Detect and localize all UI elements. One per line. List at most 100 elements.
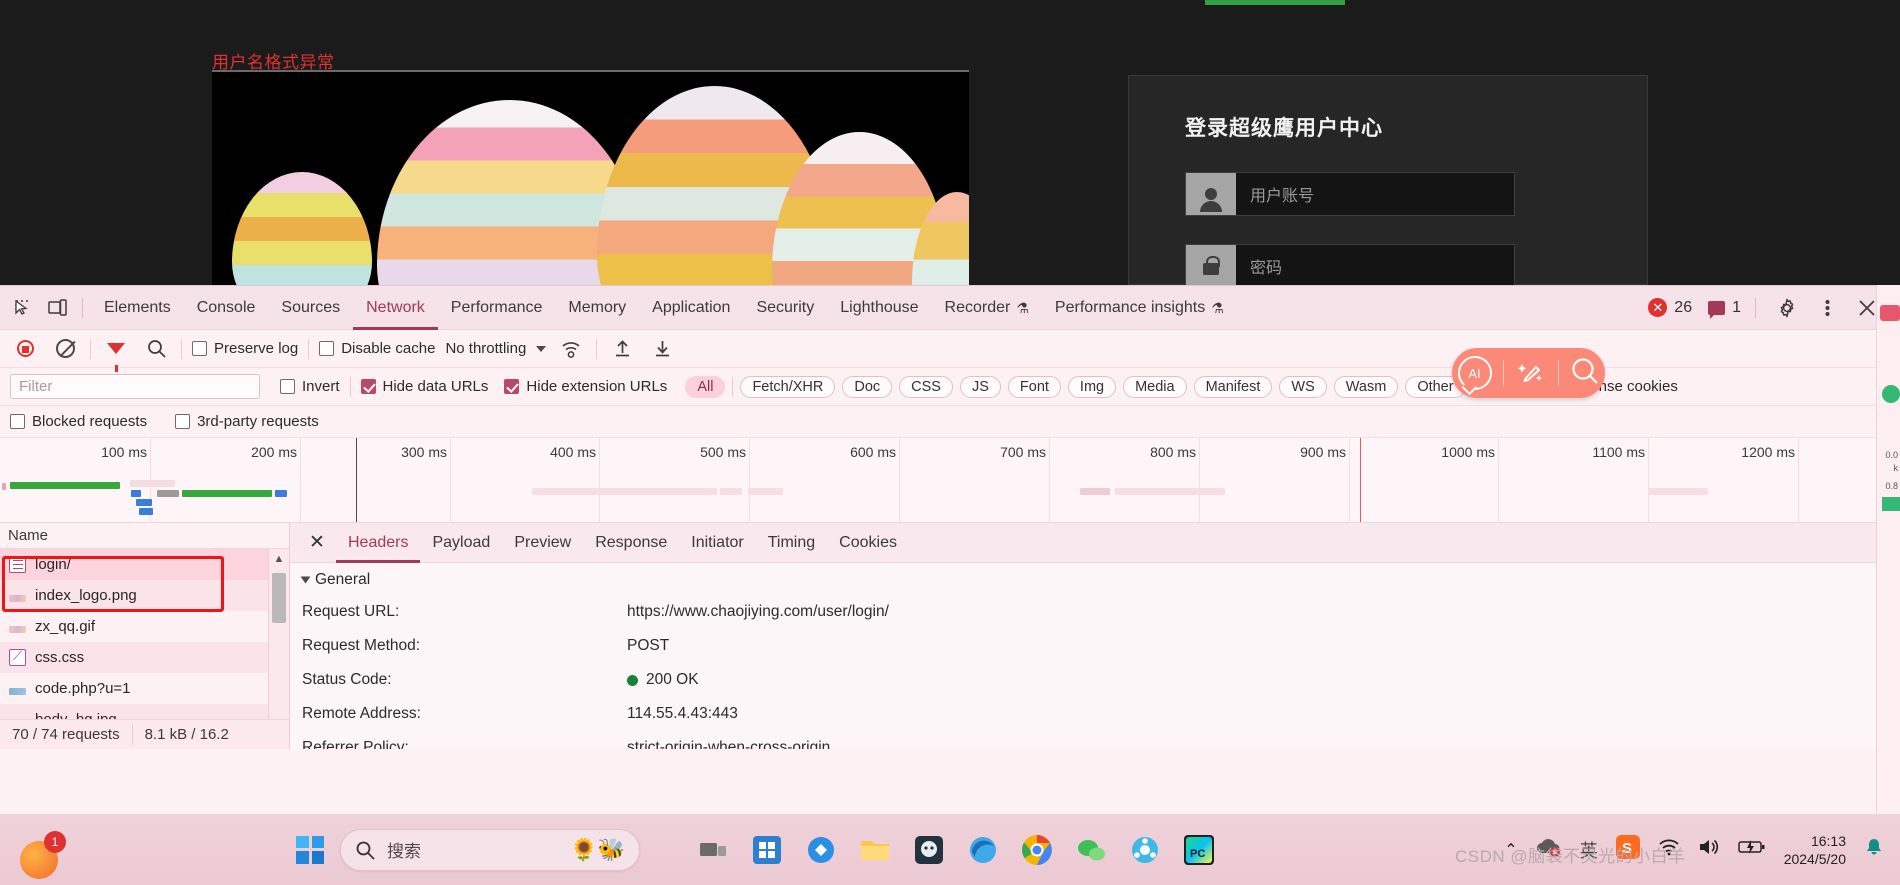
sogou-input-icon[interactable]: S — [1615, 835, 1640, 864]
network-conditions-icon[interactable] — [556, 335, 586, 363]
detail-tab-headers[interactable]: Headers — [336, 523, 420, 563]
blocked-requests-checkbox[interactable]: Blocked requests — [10, 413, 147, 430]
strip-swatch[interactable] — [1882, 497, 1900, 511]
firefox-taskbar-icon[interactable]: 1 — [20, 831, 66, 879]
svg-text:PC: PC — [1190, 848, 1205, 860]
microsoft-edge-icon[interactable] — [960, 827, 1006, 873]
third-party-requests-checkbox[interactable]: 3rd-party requests — [175, 413, 319, 430]
inspect-element-icon[interactable] — [6, 293, 40, 323]
error-count-badge[interactable]: ✕ 26 — [1648, 298, 1692, 317]
ai-assistant-icon[interactable]: AI — [1457, 356, 1492, 390]
task-view-icon[interactable] — [690, 827, 736, 873]
clock[interactable]: 16:13 2024/5/20 — [1784, 832, 1846, 868]
strip-swatch[interactable] — [1882, 385, 1900, 403]
search-icon[interactable] — [1570, 356, 1600, 390]
floating-ai-toolbar[interactable]: AI — [1452, 348, 1605, 398]
pycharm-icon[interactable]: PC — [1176, 827, 1222, 873]
devtools-tab-performance[interactable]: Performance — [438, 286, 556, 330]
taskbar-search-box[interactable]: 搜索 🌻🐝 — [340, 828, 640, 871]
scroll-up-arrow-icon[interactable]: ▲ — [269, 549, 289, 569]
detail-tab-response[interactable]: Response — [583, 523, 679, 563]
username-field[interactable]: 用户账号 — [1185, 172, 1515, 216]
filter-input[interactable] — [10, 374, 260, 399]
strip-swatch[interactable] — [1880, 305, 1900, 321]
type-filter-wasm[interactable]: Wasm — [1333, 375, 1399, 398]
devtools-tab-sources[interactable]: Sources — [268, 286, 353, 330]
type-filter-ws[interactable]: WS — [1279, 375, 1327, 398]
type-filter-font[interactable]: Font — [1007, 375, 1061, 398]
volume-icon[interactable] — [1698, 838, 1720, 861]
type-filter-all[interactable]: All — [685, 375, 726, 398]
detail-tab-preview[interactable]: Preview — [502, 523, 583, 563]
invert-checkbox[interactable]: Invert — [280, 378, 340, 395]
tab-label: Network — [366, 298, 425, 316]
third-party-requests-label: 3rd-party requests — [197, 413, 319, 430]
filter-toggle-icon[interactable] — [101, 335, 131, 372]
request-row[interactable]: login/ — [0, 549, 289, 580]
export-har-icon[interactable] — [647, 335, 677, 363]
devtools-tab-network[interactable]: Network — [353, 286, 438, 330]
password-field[interactable]: 密码 — [1185, 244, 1515, 285]
throttling-select[interactable]: No throttling — [445, 340, 547, 357]
close-detail-icon[interactable]: ✕ — [302, 528, 332, 558]
preserve-log-checkbox[interactable]: Preserve log — [192, 340, 298, 357]
wifi-icon[interactable] — [1658, 838, 1680, 861]
ime-indicator[interactable]: 英 — [1580, 837, 1598, 863]
type-filter-media[interactable]: Media — [1123, 375, 1187, 398]
microsoft-store-icon[interactable] — [744, 827, 790, 873]
start-button-icon[interactable] — [296, 835, 324, 864]
devtools-tab-application[interactable]: Application — [639, 286, 743, 330]
devtools-tab-elements[interactable]: Elements — [91, 286, 184, 330]
cloud-app-icon[interactable] — [798, 827, 844, 873]
device-toolbar-icon[interactable] — [40, 293, 74, 323]
search-icon[interactable] — [141, 335, 171, 363]
message-count-badge[interactable]: 1 — [1708, 299, 1741, 319]
request-row[interactable]: code.php?u=1 — [0, 673, 289, 704]
devtools-tab-lighthouse[interactable]: Lighthouse — [827, 286, 931, 330]
onedrive-error-icon[interactable] — [1536, 837, 1562, 862]
more-options-icon[interactable] — [1810, 293, 1844, 323]
devtools-tab-recorder[interactable]: Recorder ⚗ — [932, 286, 1042, 330]
type-filter-css[interactable]: CSS — [899, 375, 953, 398]
devtools-tab-memory[interactable]: Memory — [555, 286, 639, 330]
hide-extension-urls-checkbox[interactable]: Hide extension URLs — [504, 378, 667, 395]
network-app-icon[interactable] — [1122, 827, 1168, 873]
devtools-tab-console[interactable]: Console — [184, 286, 269, 330]
detail-tab-payload[interactable]: Payload — [420, 523, 502, 563]
type-filter-js[interactable]: JS — [959, 375, 1001, 398]
toolbar-divider — [596, 338, 598, 359]
request-row[interactable]: zx_qq.gif — [0, 611, 289, 642]
file-explorer-icon[interactable] — [852, 827, 898, 873]
github-desktop-icon[interactable] — [906, 827, 952, 873]
battery-charging-icon[interactable] — [1737, 839, 1766, 860]
detail-tab-timing[interactable]: Timing — [756, 523, 827, 563]
google-chrome-icon[interactable] — [1014, 827, 1060, 873]
message-icon — [1708, 300, 1726, 319]
type-filter-doc[interactable]: Doc — [842, 375, 893, 398]
general-section-header[interactable]: General — [290, 563, 1900, 595]
notification-bell-icon[interactable] — [1864, 837, 1884, 862]
request-list-header[interactable]: Name — [0, 523, 289, 549]
svg-text:S: S — [1622, 840, 1632, 857]
wechat-icon[interactable] — [1068, 827, 1114, 873]
type-filter-img[interactable]: Img — [1067, 375, 1117, 398]
detail-tab-initiator[interactable]: Initiator — [679, 523, 755, 563]
request-row[interactable]: index_logo.png — [0, 580, 289, 611]
type-filter-manifest[interactable]: Manifest — [1193, 375, 1273, 398]
devtools-tab-security[interactable]: Security — [743, 286, 827, 330]
import-har-icon[interactable] — [607, 335, 637, 363]
request-row[interactable]: css.css — [0, 642, 289, 673]
devtools-tab-performance-insights[interactable]: Performance insights ⚗ — [1042, 286, 1237, 330]
hide-data-urls-checkbox[interactable]: Hide data URLs — [360, 378, 488, 395]
network-timeline-overview[interactable]: 100 ms 200 ms 300 ms 400 ms 500 ms 600 ms 700 … — [0, 438, 1900, 523]
checkbox-box — [10, 414, 25, 429]
clear-button[interactable] — [50, 335, 80, 363]
disable-cache-checkbox[interactable]: Disable cache — [319, 340, 435, 357]
magic-pen-icon[interactable] — [1515, 355, 1547, 391]
scrollbar-thumb[interactable] — [272, 573, 286, 623]
type-filter-fetch-xhr[interactable]: Fetch/XHR — [740, 375, 836, 398]
gear-icon[interactable] — [1770, 293, 1804, 323]
show-hidden-icons-icon[interactable]: ⌃ — [1504, 840, 1517, 860]
record-button[interactable] — [10, 335, 40, 363]
detail-tab-cookies[interactable]: Cookies — [827, 523, 909, 563]
